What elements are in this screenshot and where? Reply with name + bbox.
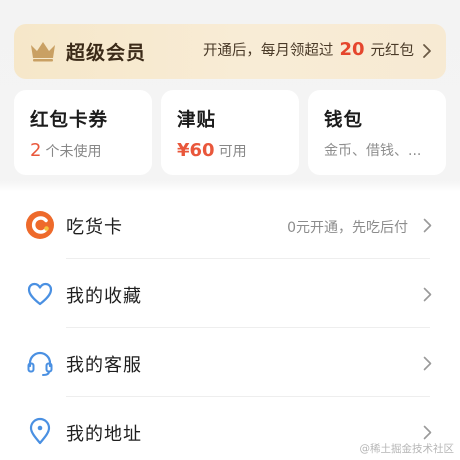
heart-icon	[27, 282, 53, 306]
unused-label: 个未使用	[45, 144, 102, 160]
list-item-label: 我的客服	[66, 355, 142, 376]
wallet-items: 金币、借钱、...	[324, 143, 422, 159]
chevron-right-icon	[423, 425, 432, 440]
chihuo-card-icon	[26, 211, 54, 239]
list-item-chihuo-card[interactable]: 吃货卡 0元开通，先吃后付	[0, 195, 460, 255]
list-item-label: 吃货卡	[66, 217, 123, 238]
chihuo-card-hint: 0元开通，先吃后付	[287, 220, 408, 236]
wallet-card-title: 钱包	[324, 110, 364, 131]
divider	[66, 396, 430, 397]
allowance-amount: ¥60	[177, 140, 215, 161]
chevron-right-icon	[423, 356, 432, 371]
allowance-card[interactable]: 津贴 ¥60 可用	[161, 90, 299, 175]
list-item-label: 我的地址	[66, 424, 142, 445]
divider	[66, 258, 430, 259]
watermark: @稀土掘金技术社区	[359, 443, 455, 455]
promo-amount: 20	[339, 39, 365, 60]
headset-icon	[27, 351, 53, 376]
list-item-label: 我的收藏	[66, 286, 142, 307]
unused-count: 2	[30, 140, 42, 161]
wallet-card[interactable]: 钱包 金币、借钱、...	[308, 90, 446, 175]
promo-prefix: 开通后，每月领超过	[202, 43, 334, 59]
coupons-card[interactable]: 红包卡券 2 个未使用	[14, 90, 152, 175]
super-member-promo: 开通后，每月领超过 20 元红包	[203, 39, 414, 60]
chevron-right-icon	[423, 44, 431, 58]
promo-suffix: 元红包	[370, 43, 415, 59]
super-member-banner[interactable]: 超级会员 开通后，每月领超过 20 元红包	[14, 24, 446, 79]
allowance-card-sub: ¥60 可用	[177, 140, 247, 161]
chevron-right-icon	[423, 218, 432, 233]
coupons-card-title: 红包卡券	[30, 110, 109, 131]
allowance-label: 可用	[218, 144, 247, 160]
divider	[66, 327, 430, 328]
wallet-card-sub: 金币、借钱、...	[324, 140, 421, 160]
super-member-title: 超级会员	[66, 42, 147, 64]
list-item-favorites[interactable]: 我的收藏	[0, 264, 460, 324]
crown-icon	[31, 42, 55, 62]
chevron-right-icon	[423, 287, 432, 302]
list-item-customer-service[interactable]: 我的客服	[0, 333, 460, 393]
allowance-card-title: 津贴	[177, 110, 217, 131]
coupons-card-sub: 2 个未使用	[30, 140, 101, 161]
location-pin-icon	[29, 417, 51, 445]
